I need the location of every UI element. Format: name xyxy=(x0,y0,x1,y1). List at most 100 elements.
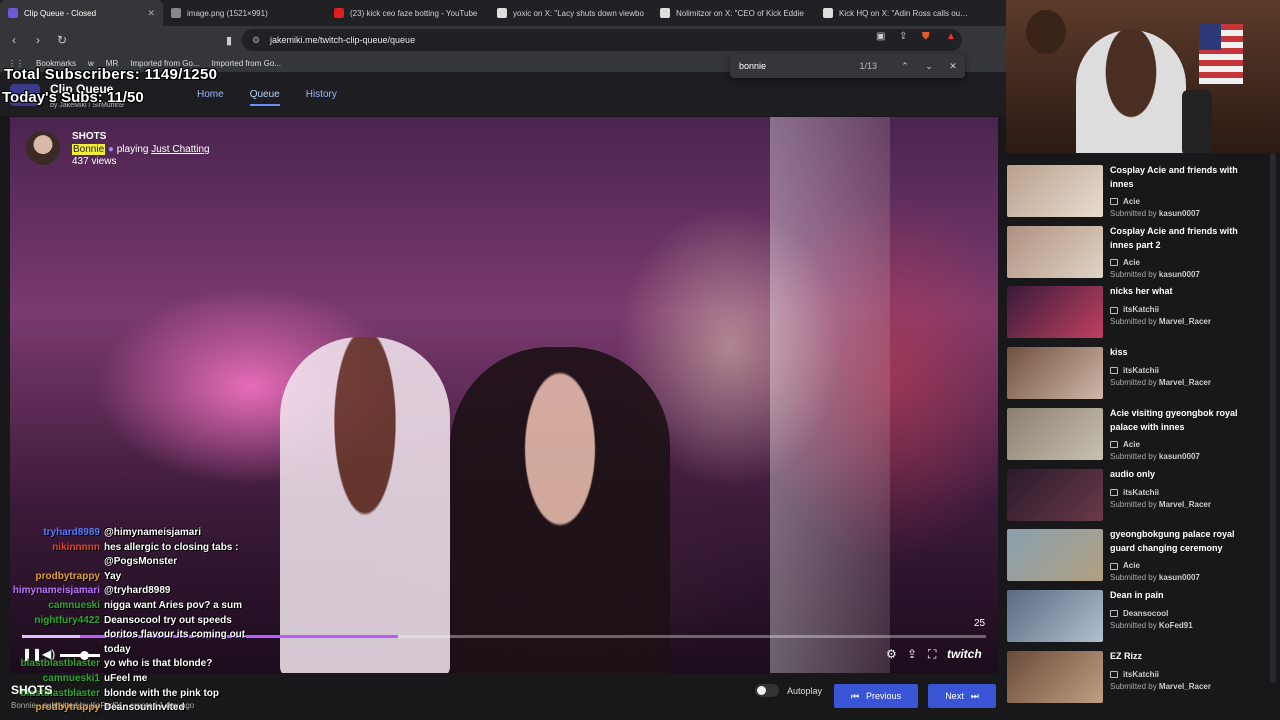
queue-title[interactable]: Cosplay Acie and friends with innes xyxy=(1110,163,1260,191)
queue-title[interactable]: EZ Rizz xyxy=(1110,649,1260,663)
queue-channel: itsKatchii xyxy=(1110,366,1159,375)
queue-item[interactable]: gyeongbokgung palace royal guard changin… xyxy=(1007,527,1267,583)
queue-item[interactable]: kiss itsKatchii Submitted by Marvel_Racer xyxy=(1007,345,1267,400)
find-input[interactable]: bonnie xyxy=(739,61,859,71)
queue-thumbnail[interactable] xyxy=(1007,529,1103,582)
next-button[interactable]: Next ⏭ xyxy=(928,684,996,708)
clip-queue-list: Cosplay Acie and friends with innes Acie S… xyxy=(1006,153,1280,720)
chat-text: blonde with the pink top xyxy=(104,687,219,699)
chat-message: doritos flavour its coming out xyxy=(0,629,245,640)
chat-username[interactable]: prodbytrappy xyxy=(0,571,104,582)
queue-title[interactable]: Cosplay Acie and friends with innes part… xyxy=(1110,224,1260,252)
clip-title: SHOTS xyxy=(72,131,107,142)
nav-history[interactable]: History xyxy=(306,89,337,106)
bookmark-star-icon[interactable]: ▮ xyxy=(226,34,232,47)
streamer-avatar[interactable] xyxy=(26,131,60,165)
queue-title[interactable]: kiss xyxy=(1110,345,1260,359)
queue-title[interactable]: Dean in pain xyxy=(1110,588,1260,602)
browser-tab[interactable]: Clip Queue - Closed ✕ xyxy=(0,0,163,26)
chat-username[interactable]: nikinnnnn xyxy=(0,542,104,553)
previous-icon: ⏮ xyxy=(850,690,860,701)
queue-item[interactable]: Cosplay Acie and friends with innes Acie S… xyxy=(1007,163,1267,218)
queue-thumbnail[interactable] xyxy=(1007,407,1103,460)
chat-username[interactable]: himynameisjamari xyxy=(0,585,104,596)
queue-title[interactable]: Acie visiting gyeongbok royal palace wit… xyxy=(1110,406,1260,434)
queue-item[interactable]: audio only itsKatchii Submitted by Marvel_… xyxy=(1007,467,1267,521)
clip-title-below: SHOTS xyxy=(11,683,53,697)
tab-title: (23) kick ceo faze botting - YouTube xyxy=(350,8,478,18)
flag-image xyxy=(1199,24,1243,84)
settings-icon[interactable]: ⚙ xyxy=(886,647,897,661)
queue-item[interactable]: Cosplay Acie and friends with innes part… xyxy=(1007,224,1267,279)
microphone-image xyxy=(1182,90,1212,153)
previous-label: Previous xyxy=(866,691,902,701)
queue-item[interactable]: nicks her what itsKatchii Submitted by Mar… xyxy=(1007,284,1267,339)
queue-item[interactable]: Dean in pain Deansocool Submitted by KoFed… xyxy=(1007,588,1267,642)
tab-title: yoxic on X: "Lacy shuts down viewbo xyxy=(513,8,644,18)
game-link[interactable]: Just Chatting xyxy=(151,144,209,155)
find-next-icon[interactable]: ⌄ xyxy=(917,61,941,72)
back-icon[interactable]: ‹ xyxy=(4,33,24,47)
browser-tab[interactable]: Kick HQ on X: "Adin Ross calls out Ed xyxy=(815,0,978,26)
tab-title: Clip Queue - Closed xyxy=(24,8,97,18)
queue-submitter: Submitted by kasun0007 xyxy=(1110,209,1200,218)
tab-favicon-icon xyxy=(497,8,507,18)
browser-tab[interactable]: image.png (1521×991) xyxy=(163,0,326,26)
chat-username[interactable]: tryhard8989 xyxy=(0,527,104,538)
fullscreen-icon[interactable]: ⛶ xyxy=(928,647,936,662)
twitch-logo[interactable]: twitch xyxy=(947,647,982,661)
submitter-name: kasun0007 xyxy=(1158,451,1200,461)
queue-thumbnail[interactable] xyxy=(1007,165,1103,217)
queue-submitter: Submitted by kasun0007 xyxy=(1110,573,1200,583)
chat-message: tryhard8989 @himynameisjamari xyxy=(0,527,201,538)
forward-icon[interactable]: › xyxy=(28,33,48,47)
queue-item[interactable]: Acie visiting gyeongbok royal palace wit… xyxy=(1007,406,1267,461)
share-icon[interactable]: ⇪ xyxy=(907,647,917,661)
queue-thumbnail[interactable] xyxy=(1007,347,1103,400)
webcam-background xyxy=(1026,10,1066,54)
nav-queue[interactable]: Queue xyxy=(249,89,280,106)
queue-title[interactable]: gyeongbokgung palace royal guard changin… xyxy=(1110,527,1260,555)
queue-scrollbar[interactable] xyxy=(1270,153,1276,683)
queue-submitter: Submitted by Marvel_Racer xyxy=(1110,317,1211,327)
brave-shield-icon[interactable]: ⛊ xyxy=(922,31,930,42)
queue-channel: Acie xyxy=(1110,561,1140,570)
browser-tab[interactable]: yoxic on X: "Lacy shuts down viewbo xyxy=(489,0,652,26)
next-icon: ⏭ xyxy=(970,690,979,701)
chat-username[interactable]: blastblastblaster xyxy=(0,658,104,669)
chat-text: uFeel me xyxy=(104,673,148,684)
queue-thumbnail[interactable] xyxy=(1007,286,1103,339)
previous-button[interactable]: ⏮ Previous xyxy=(834,684,918,708)
video-frame-person xyxy=(450,347,670,673)
tab-title: Kick HQ on X: "Adin Ross calls out Ed xyxy=(839,8,970,18)
autoplay-switch[interactable] xyxy=(755,684,779,697)
streamer-name[interactable]: Bonnie xyxy=(72,144,106,155)
queue-thumbnail[interactable] xyxy=(1007,225,1103,278)
queue-title[interactable]: nicks her what xyxy=(1110,284,1260,298)
queue-submitter: Submitted by Marvel_Racer xyxy=(1110,499,1211,509)
find-prev-icon[interactable]: ⌃ xyxy=(893,61,917,72)
chat-username[interactable]: camnueski xyxy=(0,600,104,611)
address-bar[interactable]: ▮ ⚙ jakemiki.me/twitch-clip-queue/queue xyxy=(226,29,962,51)
browser-tab[interactable]: Nolimitzor on X: "CEO of Kick Eddie xyxy=(652,0,815,26)
share-icon[interactable]: ⇪ xyxy=(899,31,907,42)
site-info-icon[interactable]: ⚙ xyxy=(252,35,260,46)
channel-name: itsKatchii xyxy=(1123,487,1160,497)
rewards-icon[interactable]: ▲ xyxy=(946,31,956,42)
autoplay-toggle[interactable]: Autoplay xyxy=(755,684,822,697)
reload-icon[interactable]: ↻ xyxy=(52,33,72,47)
queue-thumbnail[interactable] xyxy=(1007,650,1103,703)
chat-username[interactable]: nightfury4422 xyxy=(0,615,104,626)
reader-icon[interactable]: ▣ xyxy=(876,31,885,42)
nav-home[interactable]: Home xyxy=(197,89,224,106)
queue-item[interactable]: EZ Rizz itsKatchii Submitted by Marvel_Rac… xyxy=(1007,649,1267,703)
queue-title[interactable]: audio only xyxy=(1110,467,1260,481)
find-close-icon[interactable]: ✕ xyxy=(941,61,965,72)
queue-thumbnail[interactable] xyxy=(1007,468,1103,521)
bookmark-folder[interactable]: Imported from Go... xyxy=(212,59,281,68)
autoplay-label: Autoplay xyxy=(787,685,823,696)
queue-thumbnail[interactable] xyxy=(1007,589,1103,642)
browser-tab[interactable]: (23) kick ceo faze botting - YouTube xyxy=(326,0,489,26)
queue-channel: Deansocool xyxy=(1110,609,1168,618)
tab-close-icon[interactable]: ✕ xyxy=(147,8,155,19)
